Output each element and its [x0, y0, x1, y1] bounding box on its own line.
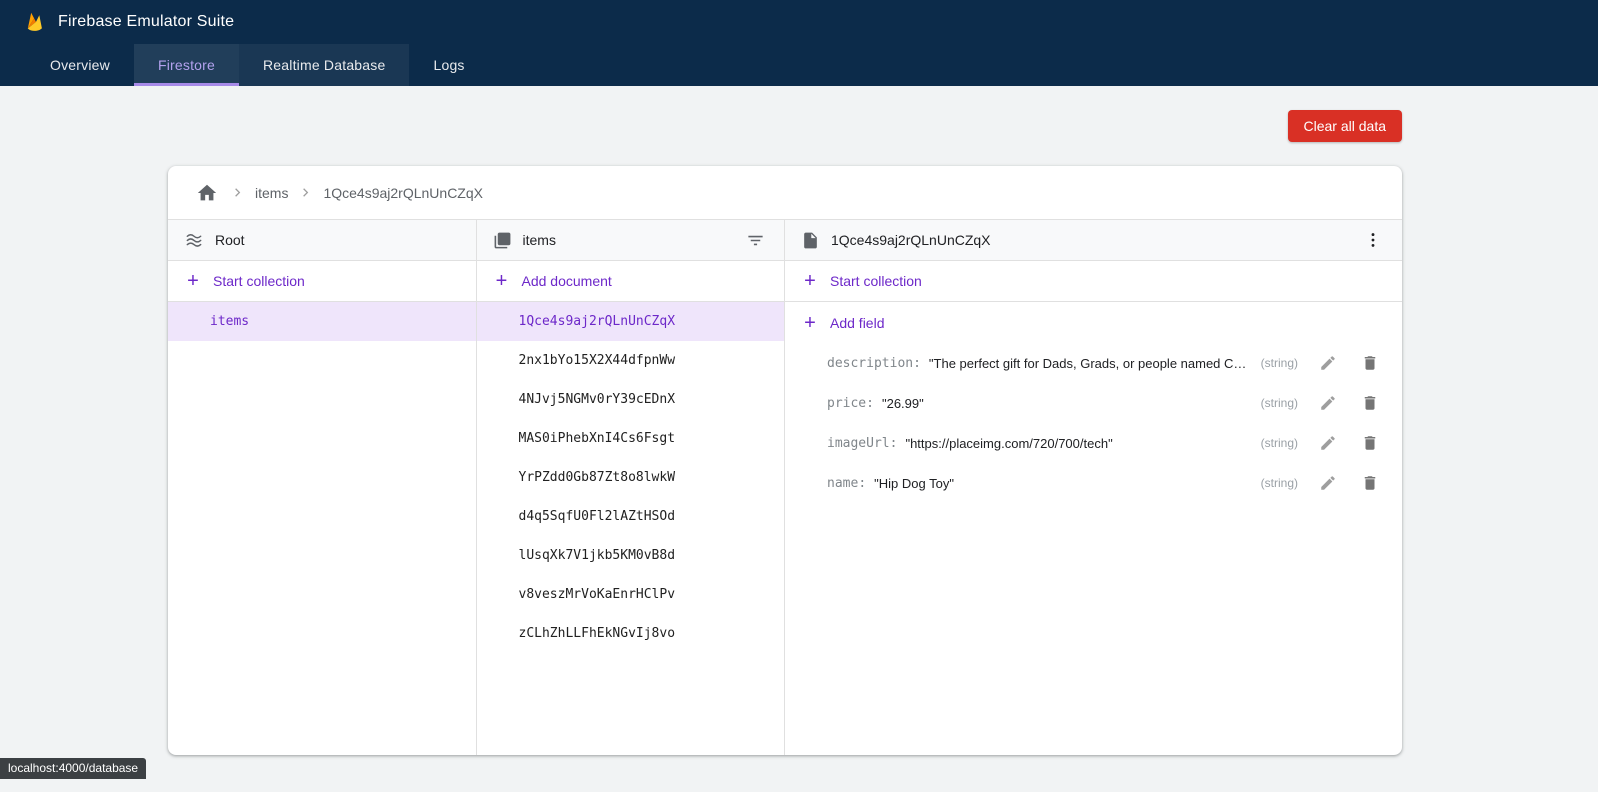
document-panel: 1Qce4s9aj2rQLnUnCZqX Start collection Ad… — [785, 220, 1402, 755]
document-list-item[interactable]: YrPZdd0Gb87Zt8o8lwkW — [477, 458, 785, 497]
collection-list-item[interactable]: items — [168, 302, 476, 341]
tab-realtime-database[interactable]: Realtime Database — [239, 44, 409, 86]
document-list-item[interactable]: 2nx1bYo15X2X44dfpnWw — [477, 341, 785, 380]
field-row: description "The perfect gift for Dads, … — [785, 343, 1402, 383]
root-icon — [184, 230, 204, 250]
firestore-browser-card: items 1Qce4s9aj2rQLnUnCZqX Root — [168, 166, 1402, 755]
collection-panel-title: items — [523, 232, 556, 248]
field-type: (string) — [1261, 396, 1298, 410]
field-row: name "Hip Dog Toy" (string) — [785, 463, 1402, 503]
field-name: name — [827, 476, 866, 491]
edit-field-icon[interactable] — [1316, 471, 1340, 495]
main-tabs: Overview Firestore Realtime Database Log… — [0, 44, 1598, 86]
plus-icon — [801, 271, 819, 291]
edit-field-icon[interactable] — [1316, 391, 1340, 415]
field-value: "https://placeimg.com/720/700/tech" — [905, 436, 1250, 451]
edit-field-icon[interactable] — [1316, 431, 1340, 455]
tab-firestore[interactable]: Firestore — [134, 44, 239, 86]
clear-all-data-button[interactable]: Clear all data — [1288, 110, 1403, 142]
plus-icon — [493, 271, 511, 291]
field-value: "The perfect gift for Dads, Grads, or pe… — [929, 356, 1251, 371]
field-name: imageUrl — [827, 436, 897, 451]
breadcrumb: items 1Qce4s9aj2rQLnUnCZqX — [168, 166, 1402, 220]
breadcrumb-document: 1Qce4s9aj2rQLnUnCZqX — [323, 185, 483, 201]
start-collection-label: Start collection — [213, 273, 305, 289]
kebab-menu-icon[interactable] — [1360, 227, 1386, 253]
firestore-panels: Root Start collection items items — [168, 220, 1402, 755]
firestore-page: Clear all data items 1Qce4s9aj2rQLnUnCZq… — [168, 86, 1402, 755]
home-icon[interactable] — [194, 180, 220, 206]
document-icon — [801, 231, 820, 250]
breadcrumb-collection[interactable]: items — [255, 185, 288, 201]
field-row: imageUrl "https://placeimg.com/720/700/t… — [785, 423, 1402, 463]
document-list-item[interactable]: 4NJvj5NGMv0rY39cEDnX — [477, 380, 785, 419]
field-type: (string) — [1261, 436, 1298, 450]
start-collection-button-document[interactable]: Start collection — [785, 261, 1402, 302]
document-list-item[interactable]: d4q5SqfU0Fl2lAZtHSOd — [477, 497, 785, 536]
document-list-item[interactable]: v8veszMrVoKaEnrHClPv — [477, 575, 785, 614]
add-field-button[interactable]: Add field — [785, 302, 1402, 343]
collection-panel-header: items — [477, 220, 785, 261]
root-panel-title: Root — [215, 232, 245, 248]
field-type: (string) — [1261, 356, 1298, 370]
start-collection-label: Start collection — [830, 273, 922, 289]
field-row: price "26.99" (string) — [785, 383, 1402, 423]
document-panel-header: 1Qce4s9aj2rQLnUnCZqX — [785, 220, 1402, 261]
root-panel-header: Root — [168, 220, 476, 261]
delete-field-icon[interactable] — [1358, 391, 1382, 415]
document-list-item[interactable]: 1Qce4s9aj2rQLnUnCZqX — [477, 302, 785, 341]
add-document-button[interactable]: Add document — [477, 261, 785, 302]
add-document-label: Add document — [522, 273, 612, 289]
delete-field-icon[interactable] — [1358, 351, 1382, 375]
start-collection-button[interactable]: Start collection — [168, 261, 476, 302]
field-type: (string) — [1261, 476, 1298, 490]
plus-icon — [801, 313, 819, 333]
app-title: Firebase Emulator Suite — [58, 13, 234, 31]
field-value: "26.99" — [882, 396, 1251, 411]
field-name: price — [827, 396, 874, 411]
tab-overview[interactable]: Overview — [26, 44, 134, 86]
document-list-item[interactable]: MAS0iPhebXnI4Cs6Fsgt — [477, 419, 785, 458]
page-toolbar: Clear all data — [168, 86, 1402, 142]
document-list-item[interactable]: lUsqXk7V1jkb5KM0vB8d — [477, 536, 785, 575]
firebase-logo-icon — [22, 10, 46, 34]
delete-field-icon[interactable] — [1358, 471, 1382, 495]
chevron-right-icon — [230, 185, 245, 200]
field-value: "Hip Dog Toy" — [874, 476, 1251, 491]
field-name: description — [827, 356, 921, 371]
document-panel-title: 1Qce4s9aj2rQLnUnCZqX — [831, 232, 991, 248]
collection-panel: items Add document 1Qce4s9aj2rQLnUnCZqX … — [477, 220, 786, 755]
status-link-preview: localhost:4000/database — [0, 758, 146, 779]
add-field-label: Add field — [830, 315, 884, 331]
delete-field-icon[interactable] — [1358, 431, 1382, 455]
document-list-item[interactable]: zCLhZhLLFhEkNGvIj8vo — [477, 614, 785, 653]
filter-icon[interactable] — [743, 228, 768, 253]
collection-icon — [493, 231, 512, 250]
edit-field-icon[interactable] — [1316, 351, 1340, 375]
tab-logs[interactable]: Logs — [409, 44, 488, 86]
chevron-right-icon — [298, 185, 313, 200]
root-panel: Root Start collection items — [168, 220, 477, 755]
top-navigation: Firebase Emulator Suite Overview Firesto… — [0, 0, 1598, 86]
plus-icon — [184, 271, 202, 291]
